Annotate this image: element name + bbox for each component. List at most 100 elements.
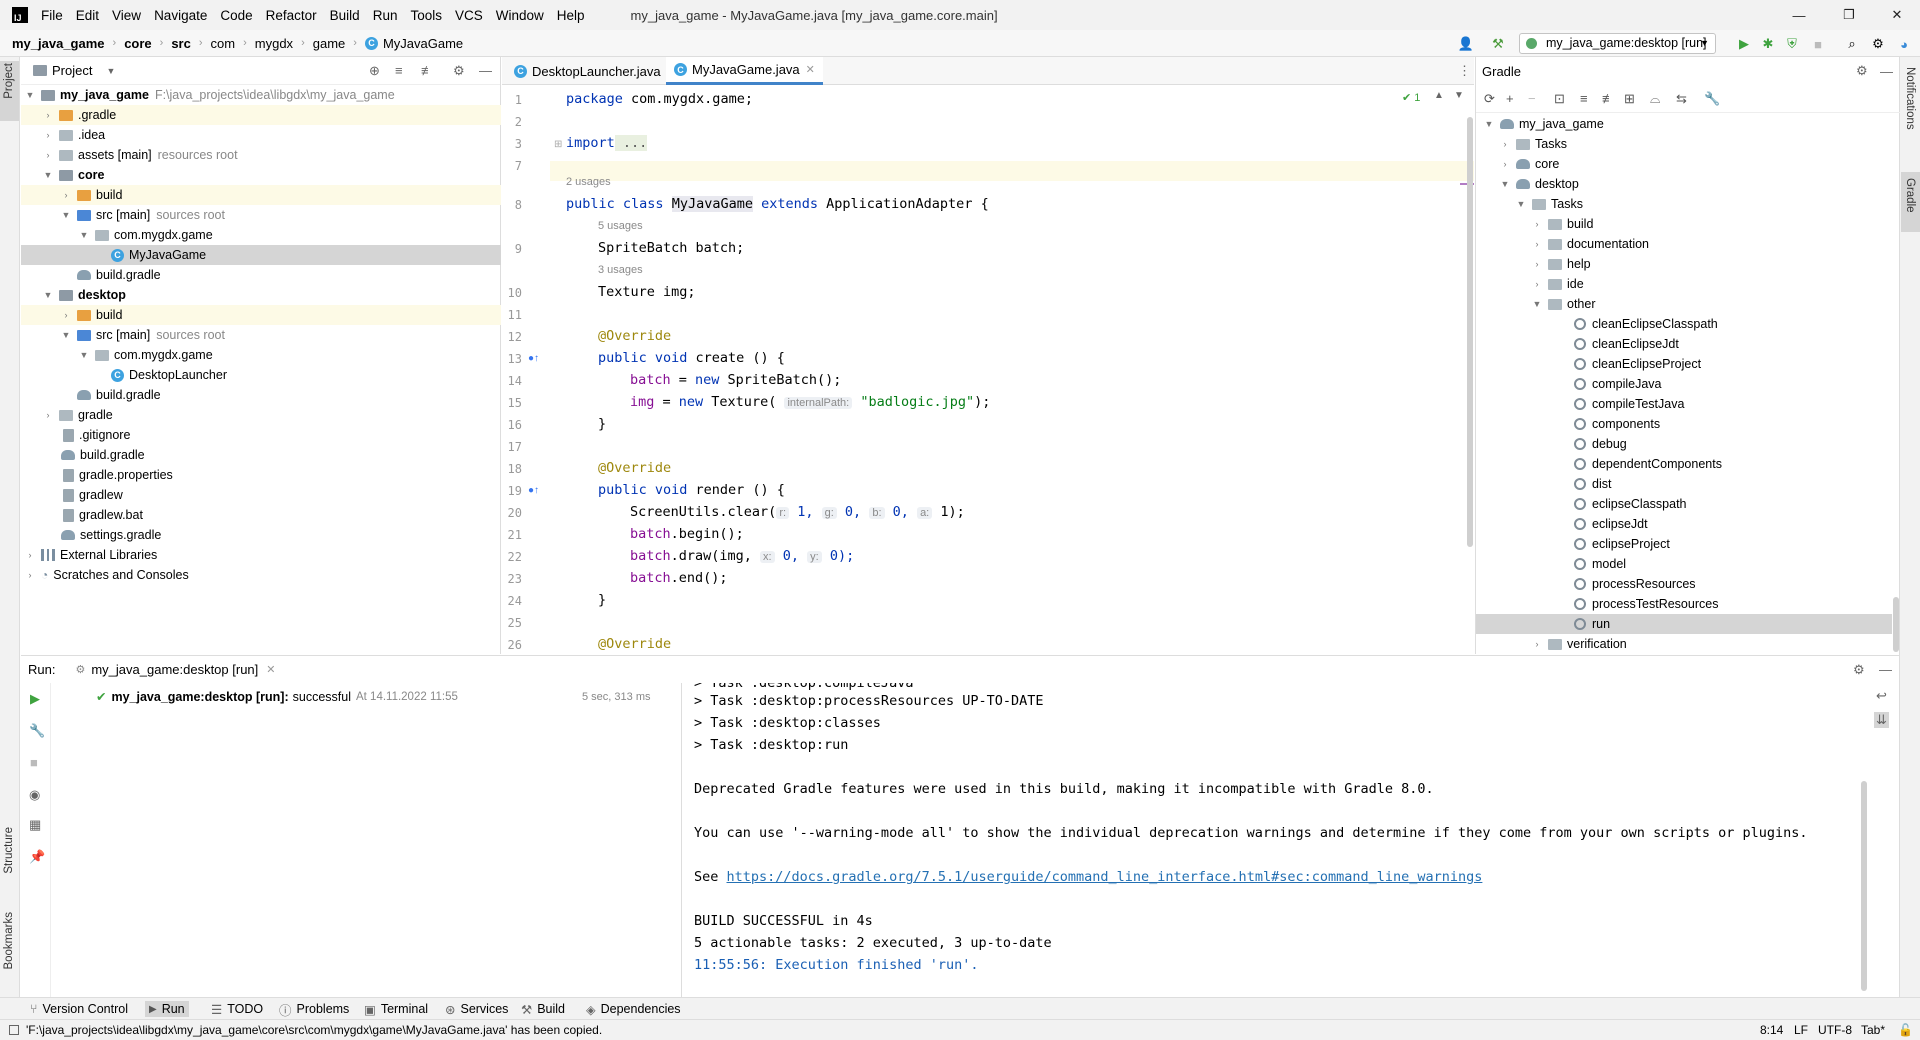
tree-item-idea[interactable]: › .idea xyxy=(21,125,501,145)
chevron-right-icon[interactable]: › xyxy=(1530,639,1544,649)
build-hammer-icon[interactable]: ⚒ xyxy=(1490,36,1506,52)
menu-help[interactable]: Help xyxy=(557,8,585,23)
tab-dependencies[interactable]: ◈ Dependencies xyxy=(586,1001,681,1017)
folded-imports[interactable]: ... xyxy=(614,135,648,151)
run-icon[interactable]: ▶ xyxy=(1736,36,1752,52)
close-tab-icon[interactable]: ✕ xyxy=(806,63,815,76)
usages-hint[interactable]: 2 usages xyxy=(566,176,611,188)
chevron-down-icon[interactable]: ▼ xyxy=(41,290,55,300)
chevron-right-icon[interactable]: › xyxy=(1530,239,1544,249)
expand-all-icon[interactable]: ≡ xyxy=(395,63,403,78)
tree-item-desktoplauncher[interactable]: C DesktopLauncher xyxy=(21,365,501,385)
rerun-icon[interactable]: ▶ xyxy=(30,691,40,707)
tab-desktoplauncher[interactable]: C DesktopLauncher.java ✕ xyxy=(506,57,684,85)
usages-hint[interactable]: 5 usages xyxy=(598,220,643,232)
fold-icon[interactable]: ⊞ xyxy=(554,139,562,150)
console-scrollbar[interactable] xyxy=(1861,781,1867,991)
chevron-down-icon[interactable]: ▼ xyxy=(1530,299,1544,309)
toggle-tests-icon[interactable]: ⇆ xyxy=(1676,91,1687,107)
tree-item-gradlew-bat[interactable]: gradlew.bat xyxy=(21,505,501,525)
chevron-right-icon[interactable]: › xyxy=(1530,279,1544,289)
execute-task-icon[interactable]: ⊡ xyxy=(1554,91,1565,107)
code-line-26[interactable]: @Override xyxy=(598,636,671,652)
menu-build[interactable]: Build xyxy=(330,8,360,23)
code-line-14[interactable]: batch = new SpriteBatch(); xyxy=(630,372,841,388)
offline-mode-icon[interactable]: ⌓ xyxy=(1650,91,1660,107)
code-line-20[interactable]: ScreenUtils.clear(r: 1, g: 0, b: 0, a: 1… xyxy=(630,504,965,520)
override-gutter-icon[interactable]: ●↑ xyxy=(528,485,539,496)
scroll-to-end-icon[interactable]: ⇊ xyxy=(1874,712,1889,728)
gradle-scrollbar[interactable] xyxy=(1893,597,1899,652)
toolbox-icon[interactable]: ◕ xyxy=(1896,36,1912,52)
tab-run[interactable]: ▶ Run xyxy=(145,1001,189,1017)
override-gutter-icon[interactable]: ●↑ xyxy=(528,353,539,364)
chevron-down-icon[interactable]: ▼ xyxy=(1498,179,1512,189)
gradle-item-core[interactable]: › core xyxy=(1498,154,1560,174)
menu-edit[interactable]: Edit xyxy=(76,8,99,23)
breadcrumb-game[interactable]: game xyxy=(313,36,346,51)
notifications-tool-button[interactable]: Notifications xyxy=(1904,67,1916,130)
menu-tools[interactable]: Tools xyxy=(410,8,442,23)
gradle-task[interactable]: compileJava xyxy=(1574,374,1661,394)
gradle-group-build[interactable]: › build xyxy=(1530,214,1594,234)
code-line-24[interactable]: } xyxy=(598,592,606,608)
code-line-15[interactable]: img = new Texture( internalPath: "badlog… xyxy=(630,394,990,410)
gear-icon[interactable]: ⚙ xyxy=(453,63,465,79)
code-line-9[interactable]: SpriteBatch batch; xyxy=(598,240,744,256)
gradle-item-desktop[interactable]: ▼ desktop xyxy=(1498,174,1579,194)
chevron-up-icon[interactable]: ▲ xyxy=(1434,90,1444,101)
menu-refactor[interactable]: Refactor xyxy=(266,8,317,23)
collapse-all-icon[interactable]: ≢ xyxy=(421,63,434,78)
chevron-right-icon[interactable]: › xyxy=(41,130,55,140)
gradle-task[interactable]: processResources xyxy=(1574,574,1696,594)
tab-services[interactable]: ⊛ Services xyxy=(445,1001,508,1017)
tree-item-root[interactable]: ▼ my_java_game F:\java_projects\idea\lib… xyxy=(21,85,501,105)
code-line-10[interactable]: Texture img; xyxy=(598,284,696,300)
tree-item-core-build-gradle[interactable]: build.gradle xyxy=(21,265,501,285)
tree-item-gradlew[interactable]: gradlew xyxy=(21,485,501,505)
menu-navigate[interactable]: Navigate xyxy=(154,8,207,23)
tab-problems[interactable]: ⓘ Problems xyxy=(279,1001,349,1018)
debug-icon[interactable]: ✱ xyxy=(1760,36,1776,52)
chevron-down-icon[interactable]: ▼ xyxy=(41,170,55,180)
tree-item-settings-gradle[interactable]: settings.gradle xyxy=(21,525,501,545)
lock-icon[interactable]: 🔓 xyxy=(1898,1023,1913,1037)
code-line-16[interactable]: } xyxy=(598,416,606,432)
soft-wrap-icon[interactable]: ↩ xyxy=(1876,688,1887,704)
gear-icon[interactable]: ⚙ xyxy=(1856,63,1868,79)
tree-item-gradle-dir[interactable]: › .gradle xyxy=(21,105,501,125)
wrench-icon[interactable]: 🔧 xyxy=(29,723,45,739)
coverage-icon[interactable]: ⛨ xyxy=(1784,36,1800,52)
console-output[interactable]: > Task :desktop:compileJava > Task :desk… xyxy=(683,683,1883,998)
code-line-8[interactable]: public class MyJavaGame extends Applicat… xyxy=(566,196,989,212)
chevron-down-icon[interactable]: ▼ xyxy=(1454,90,1464,101)
gradle-group-help[interactable]: › help xyxy=(1530,254,1591,274)
reload-icon[interactable]: ⟳ xyxy=(1484,91,1495,107)
tab-myjavagame[interactable]: C MyJavaGame.java ✕ xyxy=(666,57,823,85)
menu-run[interactable]: Run xyxy=(373,8,398,23)
close-window-button[interactable]: ✕ xyxy=(1874,0,1920,30)
stop-icon[interactable]: ■ xyxy=(1810,36,1826,52)
chevron-down-icon[interactable]: ▼ xyxy=(106,66,115,76)
chevron-down-icon[interactable]: ▼ xyxy=(59,330,73,340)
gradle-task[interactable]: cleanEclipseJdt xyxy=(1574,334,1679,354)
minimize-button[interactable]: — xyxy=(1776,0,1822,30)
breadcrumb-src[interactable]: src xyxy=(171,36,191,51)
chevron-right-icon[interactable]: › xyxy=(1530,259,1544,269)
gradle-task-run-selected[interactable]: run xyxy=(1476,614,1892,634)
gradle-item-tasks[interactable]: › Tasks xyxy=(1498,134,1567,154)
gradle-group-documentation[interactable]: › documentation xyxy=(1530,234,1650,254)
gradle-task[interactable]: components xyxy=(1574,414,1660,434)
gradle-task[interactable]: compileTestJava xyxy=(1574,394,1684,414)
breadcrumb-mygdx[interactable]: mygdx xyxy=(255,36,293,51)
collapse-all-icon[interactable]: ≢ xyxy=(1602,91,1615,106)
gradle-task[interactable]: eclipseClasspath xyxy=(1574,494,1687,514)
usages-hint[interactable]: 3 usages xyxy=(598,264,643,276)
chevron-right-icon[interactable]: › xyxy=(23,570,37,580)
gradle-task[interactable]: eclipseJdt xyxy=(1574,514,1648,534)
breadcrumb-project[interactable]: my_java_game xyxy=(12,36,105,51)
tab-todo[interactable]: ☰ TODO xyxy=(211,1001,263,1017)
chevron-down-icon[interactable]: ▼ xyxy=(1482,119,1496,129)
menu-view[interactable]: View xyxy=(112,8,141,23)
gradle-group-other[interactable]: ▼ other xyxy=(1530,294,1596,314)
